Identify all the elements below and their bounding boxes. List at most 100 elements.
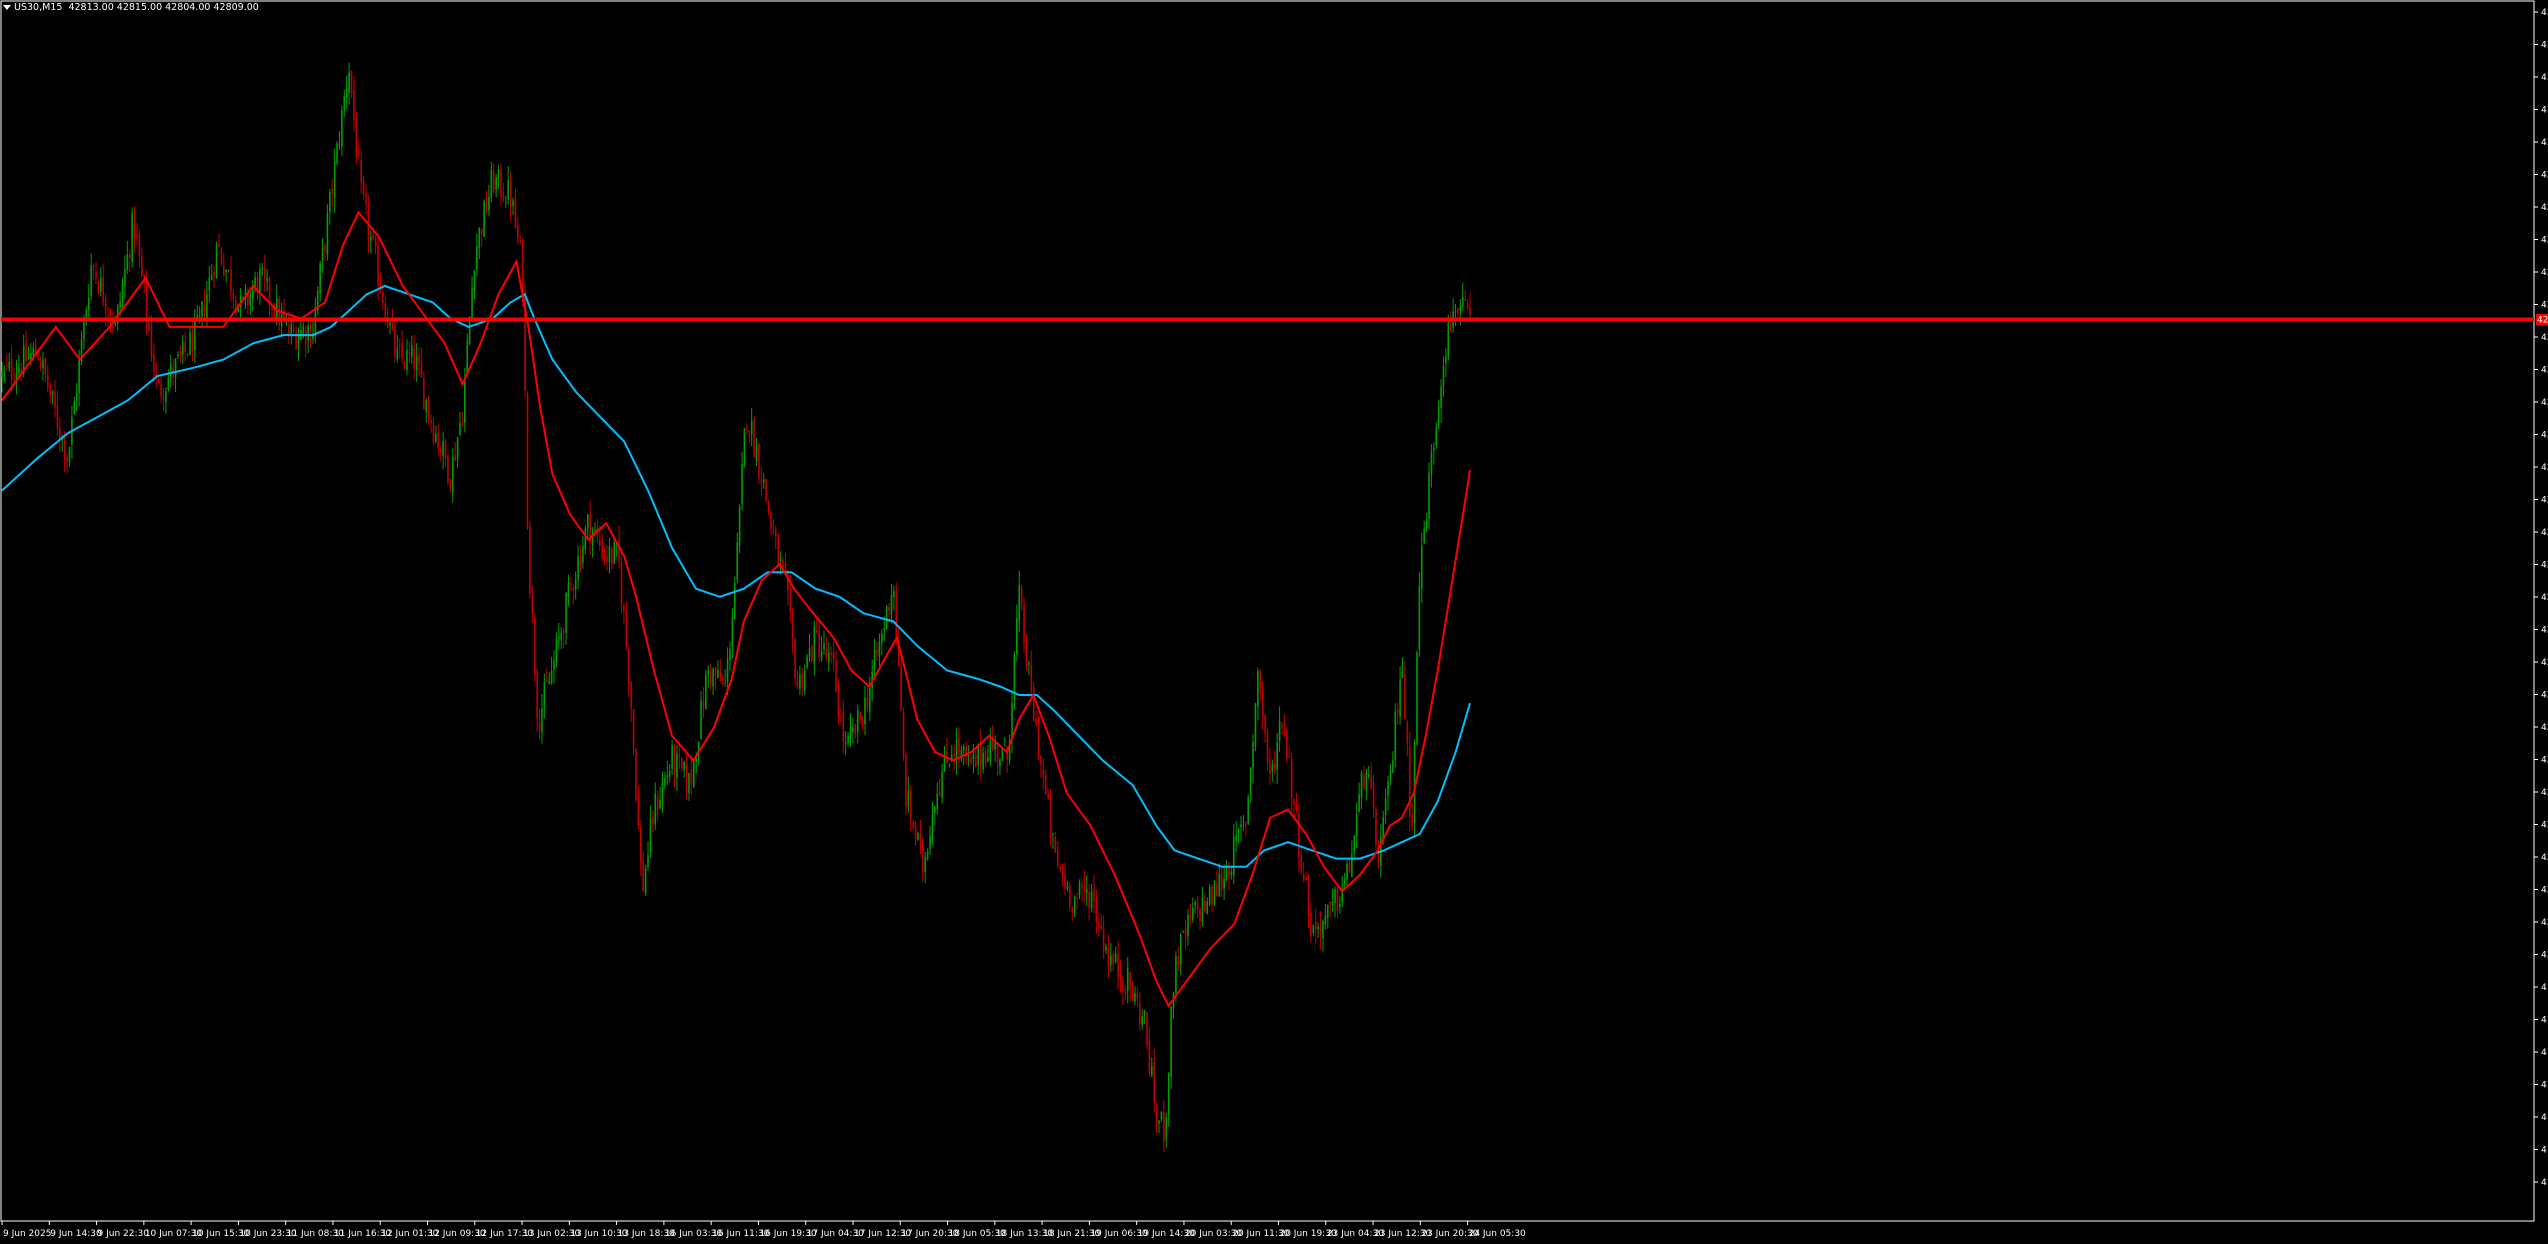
candle-body [668,770,671,777]
y-tick-label: 42072.60 [2541,918,2548,928]
candle-body [1216,883,1218,896]
y-tick-label: 42708.60 [2541,398,2548,408]
candle-body [90,265,92,296]
candle-body [948,765,951,767]
candle-body [1081,884,1083,888]
candle-body [548,681,550,684]
candle-body [68,446,71,463]
price-chart[interactable]: 42809.00 43185.00 43145.40 43105.80 43066.2… [0,0,2548,1244]
candle-body [10,359,13,379]
candle-body [1420,545,1423,589]
candle-body [360,159,362,183]
candle-body [560,632,563,640]
candle-body [1416,652,1418,744]
candle-body [1107,947,1110,968]
candle-body [1208,886,1211,905]
candle-body [1307,883,1310,917]
candle-body [1146,1013,1148,1045]
candle-body [189,332,191,356]
candle-body [1411,814,1413,827]
candle-body [550,670,553,683]
candle-body [283,310,285,319]
candle-body [18,367,20,374]
candle-body [321,247,324,261]
candle-body [690,769,693,784]
candle-body [721,677,724,680]
candle-body [1122,980,1124,992]
candle-body [1464,299,1466,302]
candle-body [1348,863,1351,873]
candle-body [680,758,683,769]
candle-body [676,753,678,778]
candle-body [755,447,758,461]
candle-body [464,377,466,423]
candle-body [1326,905,1329,918]
candle-body [868,686,871,712]
candle-body [97,281,100,293]
candle-body [92,265,95,268]
candle-body [1230,871,1233,875]
candle-body [427,397,430,418]
candle-body [1213,881,1216,905]
candle-body [418,354,420,363]
candle-body [437,433,440,449]
candle-body [1273,764,1276,772]
candle-body [803,670,806,691]
candle-body [254,276,256,286]
candle-body [811,645,813,661]
candle-body [1057,850,1059,866]
candle-body [767,501,770,513]
candle-body [893,591,895,597]
candle-body [1254,703,1257,746]
candle-body [652,816,654,825]
candle-body [63,437,66,461]
candle-body [987,757,989,761]
candle-body [1023,604,1025,643]
candle-body [1175,956,1177,993]
candle-body [1298,813,1300,857]
candle-body [999,759,1001,767]
candle-body [989,740,992,761]
candle-body [1457,308,1459,314]
candle-body [1408,745,1411,817]
candle-body [1211,886,1213,905]
candle-body [102,277,105,303]
candle-body [297,336,300,350]
candle-body [1329,901,1331,906]
candle-body [372,235,375,240]
candle-body [345,89,348,99]
candle-body [1129,971,1131,989]
candle-body [1423,528,1426,543]
candle-body [145,280,148,322]
candle-body [779,559,782,562]
candle-body [832,651,835,661]
y-tick-label: 42430.20 [2541,626,2548,636]
candle-body [1016,618,1018,654]
candle-body [562,630,565,634]
candle-body [919,834,922,842]
candle-body [1240,823,1242,828]
candle-body [695,758,698,763]
candle-body [1435,427,1438,446]
candle-body [1020,588,1023,604]
candle-body [56,405,59,429]
candle-body [890,594,893,615]
candle-body [1179,934,1182,964]
candle-body [410,345,413,357]
candle-body [100,277,102,292]
candle-body [1295,805,1298,811]
candle-body [1073,895,1076,913]
candle-body [398,346,401,348]
candle-body [473,270,476,291]
candle-body [73,401,76,415]
candle-body [1136,992,1139,1000]
candle-body [357,152,360,157]
candle-body [37,358,39,361]
candle-body [1232,836,1235,876]
current-price-tag: 42809.00 [2536,314,2548,326]
candle-body [1165,1117,1168,1140]
candle-body [413,348,415,369]
candle-body [782,559,784,567]
candle-body [1300,855,1303,873]
candle-body [1187,915,1189,936]
